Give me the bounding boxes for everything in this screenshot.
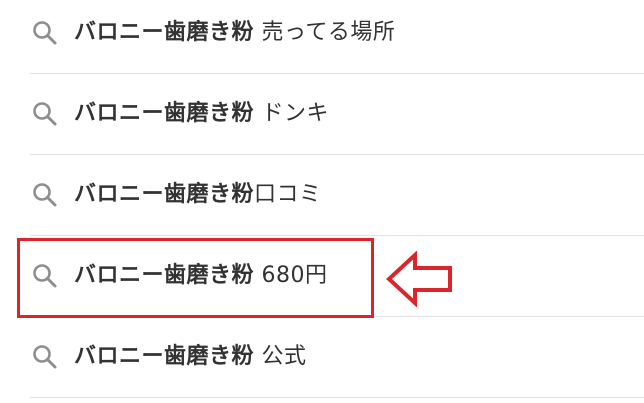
suggestion-query-rest: 売ってる場所 xyxy=(254,20,396,45)
suggestion-content[interactable]: バロニー歯磨き粉口コミ xyxy=(30,156,322,234)
suggestion-text: バロニー歯磨き粉 売ってる場所 xyxy=(74,22,395,44)
suggestion-query-bold: バロニー歯磨き粉 xyxy=(74,20,255,45)
suggestion-text: バロニー歯磨き粉口コミ xyxy=(74,184,322,206)
row-divider xyxy=(30,397,644,398)
suggestion-row[interactable]: バロニー歯磨き粉 ドンキ xyxy=(0,75,644,155)
search-suggestion-list: バロニー歯磨き粉 売ってる場所 バロニー歯磨き粉 ドンキ バロニー歯磨き粉口コミ… xyxy=(0,0,644,403)
search-icon xyxy=(30,18,60,48)
highlight-box xyxy=(17,238,374,318)
suggestion-row[interactable]: バロニー歯磨き粉口コミ xyxy=(0,156,644,236)
suggestion-text: バロニー歯磨き粉 公式 xyxy=(74,346,307,368)
suggestion-content[interactable]: バロニー歯磨き粉 売ってる場所 xyxy=(30,0,395,72)
row-divider xyxy=(30,235,644,236)
row-divider xyxy=(30,154,644,155)
suggestion-query-bold: バロニー歯磨き粉 xyxy=(74,182,255,207)
suggestion-text: バロニー歯磨き粉 ドンキ xyxy=(74,103,329,125)
row-divider xyxy=(30,73,644,74)
search-icon xyxy=(30,342,60,372)
suggestion-query-rest: ドンキ xyxy=(254,101,330,126)
suggestion-query-rest: 口コミ xyxy=(254,182,322,207)
suggestion-query-bold: バロニー歯磨き粉 xyxy=(74,101,255,126)
suggestion-row[interactable]: バロニー歯磨き粉 公式 xyxy=(0,318,644,398)
suggestion-content[interactable]: バロニー歯磨き粉 公式 xyxy=(30,318,307,396)
search-icon xyxy=(30,180,60,210)
arrow-left-icon xyxy=(386,250,454,308)
suggestion-query-bold: バロニー歯磨き粉 xyxy=(74,344,255,369)
suggestion-content[interactable]: バロニー歯磨き粉 ドンキ xyxy=(30,75,329,153)
suggestion-query-rest: 公式 xyxy=(254,344,307,369)
suggestion-row[interactable]: バロニー歯磨き粉 売ってる場所 xyxy=(0,0,644,74)
search-icon xyxy=(30,99,60,129)
